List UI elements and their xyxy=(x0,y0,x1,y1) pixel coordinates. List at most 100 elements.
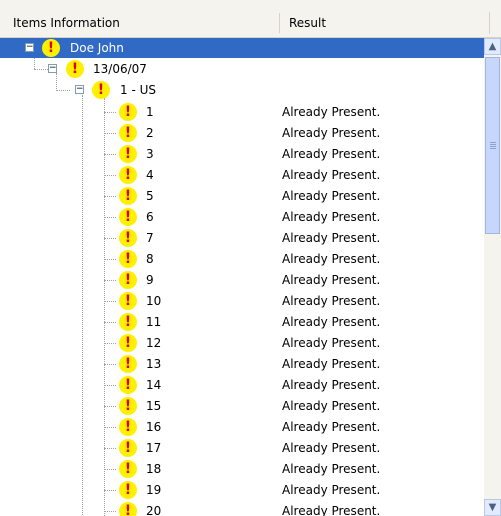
warning-icon: ! xyxy=(119,187,137,205)
item-label: 9 xyxy=(146,273,154,287)
tree-line xyxy=(104,511,116,512)
scroll-up-button[interactable]: ▲ xyxy=(484,38,501,55)
warning-icon: ! xyxy=(119,355,137,373)
item-label: 20 xyxy=(146,504,162,516)
column-header: Items Information Result xyxy=(0,0,501,38)
warning-icon: ! xyxy=(119,103,137,121)
warning-icon: ! xyxy=(42,39,60,57)
collapse-toggle[interactable]: − xyxy=(75,85,84,94)
scroll-grip-line xyxy=(490,148,496,149)
tree-node-group[interactable]: − ! 1 - US xyxy=(0,80,484,100)
warning-icon: ! xyxy=(119,208,137,226)
warning-icon: ! xyxy=(119,313,137,331)
tree-item-row[interactable]: ! 9 Already Present. xyxy=(0,270,484,290)
item-result: Already Present. xyxy=(282,315,381,329)
item-result: Already Present. xyxy=(282,441,381,455)
tree-item-row[interactable]: ! 16 Already Present. xyxy=(0,417,484,437)
tree-line xyxy=(104,427,116,428)
item-label: 3 xyxy=(146,147,154,161)
tree-item-row[interactable]: ! 15 Already Present. xyxy=(0,396,484,416)
tree-item-row[interactable]: ! 10 Already Present. xyxy=(0,291,484,311)
scroll-down-button[interactable]: ▼ xyxy=(484,499,501,516)
item-result: Already Present. xyxy=(282,252,381,266)
item-result: Already Present. xyxy=(282,189,381,203)
warning-icon: ! xyxy=(119,376,137,394)
item-label: 17 xyxy=(146,441,162,455)
tree-item-row[interactable]: ! 20 Already Present. xyxy=(0,501,484,516)
warning-icon: ! xyxy=(119,481,137,499)
scroll-grip-line xyxy=(490,142,496,143)
item-label: 7 xyxy=(146,231,154,245)
item-result: Already Present. xyxy=(282,273,381,287)
tree-item-row[interactable]: ! 2 Already Present. xyxy=(0,123,484,143)
warning-icon: ! xyxy=(119,145,137,163)
item-result: Already Present. xyxy=(282,231,381,245)
tree-item-row[interactable]: ! 1 Already Present. xyxy=(0,102,484,122)
tree-item-row[interactable]: ! 3 Already Present. xyxy=(0,144,484,164)
tree-item-row[interactable]: ! 6 Already Present. xyxy=(0,207,484,227)
item-result: Already Present. xyxy=(282,504,381,516)
item-result: Already Present. xyxy=(282,336,381,350)
warning-icon: ! xyxy=(119,460,137,478)
item-label: 2 xyxy=(146,126,154,140)
tree-line xyxy=(104,175,116,176)
tree-line xyxy=(104,238,116,239)
warning-icon: ! xyxy=(119,418,137,436)
item-label: 18 xyxy=(146,462,162,476)
item-label: 16 xyxy=(146,420,162,434)
item-result: Already Present. xyxy=(282,378,381,392)
item-label: 10 xyxy=(146,294,162,308)
tree-node-root[interactable]: − ! Doe John xyxy=(0,38,484,58)
scroll-thumb[interactable] xyxy=(485,57,500,234)
vertical-scrollbar[interactable]: ▲ ▼ xyxy=(484,38,501,516)
collapse-toggle[interactable]: − xyxy=(25,43,34,52)
tree-item-row[interactable]: ! 14 Already Present. xyxy=(0,375,484,395)
tree-node-label: 1 - US xyxy=(120,83,156,97)
tree-line xyxy=(104,322,116,323)
column-separator[interactable] xyxy=(489,12,490,34)
items-tree[interactable]: − ! Doe John − ! 13/06/07 − ! 1 - US ! 1 A… xyxy=(0,38,484,516)
item-label: 5 xyxy=(146,189,154,203)
warning-icon: ! xyxy=(119,334,137,352)
tree-item-row[interactable]: ! 19 Already Present. xyxy=(0,480,484,500)
item-label: 12 xyxy=(146,336,162,350)
tree-line xyxy=(104,343,116,344)
column-header-items-information[interactable]: Items Information xyxy=(13,13,278,33)
warning-icon: ! xyxy=(119,229,137,247)
scroll-grip-line xyxy=(490,144,496,145)
tree-line xyxy=(104,385,116,386)
tree-line xyxy=(104,133,116,134)
tree-item-row[interactable]: ! 4 Already Present. xyxy=(0,165,484,185)
column-header-result[interactable]: Result xyxy=(279,13,497,33)
tree-node-date[interactable]: − ! 13/06/07 xyxy=(0,59,484,79)
tree-item-row[interactable]: ! 12 Already Present. xyxy=(0,333,484,353)
item-result: Already Present. xyxy=(282,147,381,161)
tree-item-row[interactable]: ! 5 Already Present. xyxy=(0,186,484,206)
tree-item-row[interactable]: ! 11 Already Present. xyxy=(0,312,484,332)
tree-node-label: 13/06/07 xyxy=(93,62,147,76)
tree-item-row[interactable]: ! 8 Already Present. xyxy=(0,249,484,269)
item-label: 19 xyxy=(146,483,162,497)
tree-line xyxy=(104,301,116,302)
item-label: 14 xyxy=(146,378,162,392)
tree-line xyxy=(104,154,116,155)
tree-line xyxy=(104,112,116,113)
item-label: 8 xyxy=(146,252,154,266)
item-result: Already Present. xyxy=(282,105,381,119)
tree-item-row[interactable]: ! 13 Already Present. xyxy=(0,354,484,374)
warning-icon: ! xyxy=(119,439,137,457)
item-result: Already Present. xyxy=(282,126,381,140)
item-result: Already Present. xyxy=(282,294,381,308)
item-result: Already Present. xyxy=(282,483,381,497)
tree-line xyxy=(104,196,116,197)
tree-line xyxy=(104,469,116,470)
tree-item-row[interactable]: ! 18 Already Present. xyxy=(0,459,484,479)
warning-icon: ! xyxy=(92,81,110,99)
item-result: Already Present. xyxy=(282,210,381,224)
warning-icon: ! xyxy=(119,250,137,268)
tree-item-row[interactable]: ! 7 Already Present. xyxy=(0,228,484,248)
item-result: Already Present. xyxy=(282,462,381,476)
collapse-toggle[interactable]: − xyxy=(48,64,57,73)
tree-item-row[interactable]: ! 17 Already Present. xyxy=(0,438,484,458)
tree-line xyxy=(104,448,116,449)
